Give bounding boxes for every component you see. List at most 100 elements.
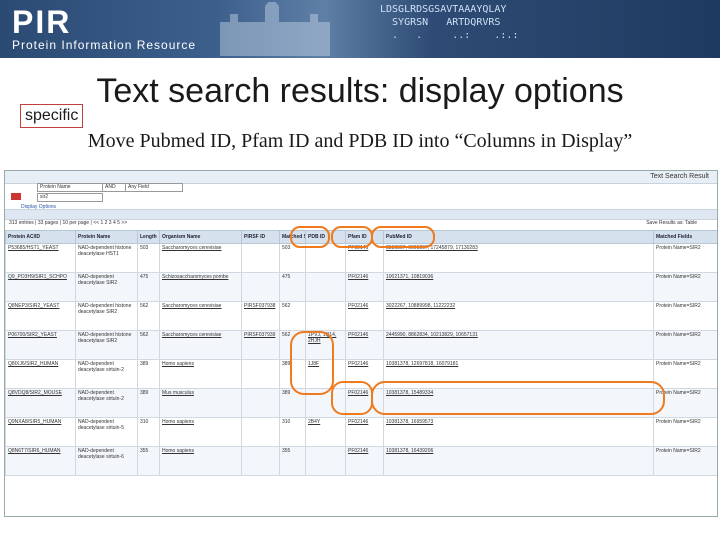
cell-pfam[interactable]: PF02146 [345,388,384,418]
table-row: Q8NEP3/SIR2_YEAST NAD-dependent histone d… [5,301,717,331]
cell-org[interactable]: Homo sapiens [159,359,242,389]
operator-select[interactable]: AND [102,183,126,192]
search-button[interactable] [11,193,21,200]
cell-org[interactable]: Saccharomyces cerevisiae [159,330,242,360]
pager[interactable]: 313 entries | 33 pages | 10 per page | <… [5,219,717,228]
any-field-select[interactable]: Any Field [125,183,183,192]
cell-pirsf[interactable] [241,446,280,476]
table-row: Q8IXJ6/SIR2_HUMAN NAD-dependent deacetyla… [5,359,717,389]
cell-org[interactable]: Homo sapiens [159,417,242,447]
table-row: Q9NXA8/SIR5_HUMAN NAD-dependent deacetyla… [5,417,717,447]
cell-pdb[interactable] [305,446,346,476]
column-header[interactable]: PubMed ID [383,230,654,244]
cell-len: 355 [137,446,160,476]
slide-title: Text search results: display options [96,72,624,110]
search-results-screenshot: Text Search Result Protein Name AND Any … [4,170,718,517]
cell-id[interactable]: Q8IXJ6/SIR2_HUMAN [5,359,76,389]
cell-fields: Protein Name=SIR2 [653,301,717,331]
cell-id[interactable]: Q8N6T7/SIR6_HUMAN [5,446,76,476]
cell-pirsf[interactable] [241,388,280,418]
cell-pirsf[interactable] [241,417,280,447]
column-header[interactable]: Matched Fields [653,230,717,244]
column-header[interactable]: Protein AC/ID [5,230,76,244]
cell-pirsf[interactable]: PIRSF037939 [241,330,280,360]
cell-name: NAD-dependent deacetylase sirtuin-6 [75,446,138,476]
cell-len: 389 [137,388,160,418]
cell-id[interactable]: Q8NEP3/SIR2_YEAST [5,301,76,331]
cell-pubmed[interactable]: 10381378, 16959573 [383,417,654,447]
cell-pfam[interactable]: PF02146 [345,272,384,302]
cell-fields: Protein Name=SIR2 [653,417,717,447]
cell-pubmed[interactable]: 10381378, 16439206 [383,446,654,476]
sequence-alignment: LDSGLRDSGSAVTAAAYQLAY SYGRSN ARTDQRVRS .… [380,4,519,41]
save-results-select[interactable]: Save Results as: Table [646,219,697,228]
cell-pdb[interactable]: 1J8F [305,359,346,389]
cell-pfam[interactable]: PF02146 [345,359,384,389]
cell-pfam[interactable]: PF02146 [345,446,384,476]
column-header[interactable]: Pfam ID [345,230,384,244]
column-header[interactable]: Organism Name [159,230,242,244]
building-illustration [220,2,330,56]
cell-name: NAD-dependent deacetylase SIR2 [75,272,138,302]
cell-pdb[interactable] [305,243,346,273]
cell-len: 503 [137,243,160,273]
cell-name: NAD-dependent deacetylase sirtuin-2 [75,359,138,389]
cell-org[interactable]: Homo sapiens [159,446,242,476]
cell-pubmed[interactable]: 3022267, 10889998, 11222232 [383,301,654,331]
pager-text[interactable]: 313 entries | 33 pages | 10 per page | <… [9,220,127,226]
field-select[interactable]: Protein Name [37,183,103,192]
cell-pubmed[interactable]: 10381378, 12697818, 16079181 [383,359,654,389]
column-header[interactable]: Length [137,230,160,244]
cell-pfam[interactable]: PF02146 [345,243,384,273]
column-header[interactable]: PDB ID [305,230,346,244]
cell-pirsf[interactable] [241,272,280,302]
cell-pdb[interactable] [305,388,346,418]
cell-id[interactable]: P53685/HST1_YEAST [5,243,76,273]
cell-fields: Protein Name=SIR2 [653,330,717,360]
cell-seq: 389 [279,359,306,389]
cell-fields: Protein Name=SIR2 [653,388,717,418]
cell-seq: 389 [279,388,306,418]
cell-pfam[interactable]: PF02146 [345,330,384,360]
cell-pubmed[interactable]: 10021371, 10819036 [383,272,654,302]
cell-seq: 310 [279,417,306,447]
cell-pubmed[interactable]: 8530367, 9009207, 17245879, 17130283 [383,243,654,273]
cell-fields: Protein Name=SIR2 [653,359,717,389]
cell-len: 310 [137,417,160,447]
pir-subtitle: Protein Information Resource [12,38,197,52]
instruction-text: Move Pubmed ID, Pfam ID and PDB ID into … [87,130,633,152]
cell-id[interactable]: Q9NXA8/SIR5_HUMAN [5,417,76,447]
cell-org[interactable]: Saccharomyces cerevisiae [159,301,242,331]
column-header[interactable]: Matched Seq [279,230,306,244]
cell-name: NAD-dependent histone deacetylase HST1 [75,243,138,273]
cell-id[interactable]: Q9_PO3H9/SIR1_SCHPO [5,272,76,302]
cell-pdb[interactable]: 2B4Y [305,417,346,447]
cell-pdb[interactable] [305,301,346,331]
cell-name: NAD-dependent deacetylase sirtuin-2 [75,388,138,418]
cell-seq: 503 [279,243,306,273]
cell-pirsf[interactable] [241,243,280,273]
cell-len: 562 [137,330,160,360]
cell-id[interactable]: P06700/SIR2_YEAST [5,330,76,360]
cell-pubmed[interactable]: 10381378, 15489334 [383,388,654,418]
column-header[interactable]: Protein Name [75,230,138,244]
cell-pirsf[interactable]: PIRSF037938 [241,301,280,331]
pir-logo: PIR [12,4,72,40]
cell-name: NAD-dependent histone deacetylase SIR2 [75,301,138,331]
table-row: Q8VDQ8/SIR2_MOUSE NAD-dependent deacetyla… [5,388,717,418]
cell-seq: 475 [279,272,306,302]
cell-pfam[interactable]: PF02146 [345,301,384,331]
cell-org[interactable]: Mus musculus [159,388,242,418]
cell-org[interactable]: Schizosaccharomyces pombe [159,272,242,302]
cell-pfam[interactable]: PF02146 [345,417,384,447]
cell-len: 389 [137,359,160,389]
cell-org[interactable]: Saccharomyces cerevisiae [159,243,242,273]
query-input[interactable]: sir2 [37,193,103,202]
cell-pubmed[interactable]: 2445990, 8862834, 10213829, 10657131 [383,330,654,360]
cell-pirsf[interactable] [241,359,280,389]
table-row: P53685/HST1_YEAST NAD-dependent histone d… [5,243,717,273]
cell-pdb[interactable] [305,272,346,302]
cell-id[interactable]: Q8VDQ8/SIR2_MOUSE [5,388,76,418]
cell-pdb[interactable]: 1PVJ, 1Q14, 2HJH [305,330,346,360]
column-header[interactable]: PIRSF ID [241,230,280,244]
